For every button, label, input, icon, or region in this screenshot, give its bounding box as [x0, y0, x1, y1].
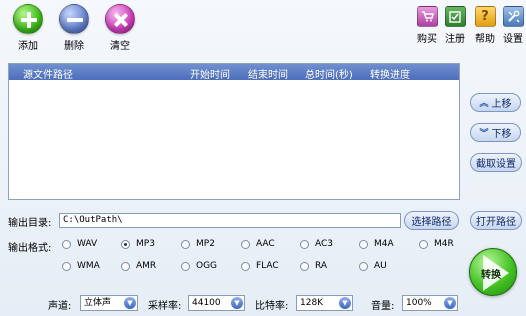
convert-label: 转换 — [481, 270, 501, 281]
channel-select[interactable]: 立体声 ▼ — [80, 295, 138, 311]
delete-label: 删除 — [64, 41, 84, 52]
format-radio-flac[interactable]: FLAC — [241, 261, 279, 271]
buy-button[interactable]: 购买 — [414, 6, 440, 45]
chevron-up-icon: ︽ — [479, 99, 489, 109]
format-radio-wma[interactable]: WMA — [62, 261, 100, 271]
format-radio-ra[interactable]: RA — [300, 261, 327, 271]
format-radio-ogg[interactable]: OGG — [181, 261, 217, 271]
dropdown-arrow-icon: ▼ — [231, 297, 243, 309]
dropdown-arrow-icon: ▼ — [444, 297, 456, 309]
register-icon — [444, 6, 466, 27]
move-down-button[interactable]: ︾ 下移 — [470, 123, 521, 142]
radio-dot — [62, 239, 71, 249]
minus-icon — [59, 4, 89, 34]
settings-icon — [502, 6, 524, 27]
clear-button[interactable]: 清空 — [102, 4, 138, 52]
volume-value: 100% — [406, 298, 432, 308]
cart-icon — [416, 6, 438, 27]
radio-dot-selected — [121, 239, 130, 249]
format-radio-aac[interactable]: AAC — [241, 239, 275, 249]
choose-path-label: 选择路径 — [411, 217, 452, 228]
format-radio-wav[interactable]: WAV — [62, 239, 97, 249]
format-radio-mp3[interactable]: MP3 — [121, 239, 155, 249]
radio-dot — [419, 239, 428, 249]
format-radio-au[interactable]: AU — [359, 261, 387, 271]
bitrate-label: 比特率: — [255, 301, 289, 312]
convert-button[interactable]: 转换 — [469, 248, 517, 296]
move-up-button[interactable]: ︽ 上移 — [470, 93, 521, 112]
radio-dot — [359, 261, 368, 271]
format-radio-ac3[interactable]: AC3 — [300, 239, 333, 249]
file-list[interactable]: 源文件路径 开始时间 结束时间 总时间(秒) 转换进度 — [8, 63, 460, 200]
samplerate-value: 44100 — [192, 298, 221, 308]
dropdown-arrow-icon: ▼ — [339, 297, 351, 309]
help-label: 帮助 — [475, 34, 495, 45]
format-radio-m4r[interactable]: M4R — [419, 239, 454, 249]
bitrate-value: 128K — [300, 298, 324, 308]
file-list-header: 源文件路径 开始时间 结束时间 总时间(秒) 转换进度 — [9, 64, 459, 81]
radio-dot — [300, 239, 309, 249]
column-header-progress[interactable]: 转换进度 — [370, 66, 410, 81]
format-radio-amr[interactable]: AMR — [121, 261, 156, 271]
settings-label: 设置 — [503, 34, 523, 45]
intercept-settings-button[interactable]: 截取设置 — [470, 153, 522, 172]
samplerate-select[interactable]: 44100 ▼ — [188, 295, 245, 311]
intercept-settings-label: 截取设置 — [476, 159, 516, 170]
delete-button[interactable]: 删除 — [56, 4, 92, 52]
samplerate-label: 采样率: — [148, 301, 182, 312]
add-button[interactable]: 添加 — [10, 4, 46, 52]
help-button[interactable]: ? 帮助 — [472, 6, 498, 45]
radio-dot — [241, 239, 250, 249]
column-header-end-time[interactable]: 结束时间 — [248, 66, 288, 81]
move-down-label: 下移 — [491, 129, 512, 140]
format-radio-mp2[interactable]: MP2 — [181, 239, 215, 249]
output-dir-input[interactable]: C:\OutPath\ — [59, 213, 401, 228]
x-icon — [105, 4, 135, 34]
format-radio-m4a[interactable]: M4A — [359, 239, 394, 249]
help-icon: ? — [474, 6, 496, 27]
dropdown-arrow-icon: ▼ — [124, 297, 136, 309]
settings-button[interactable]: 设置 — [500, 6, 526, 45]
column-header-source-path[interactable]: 源文件路径 — [23, 66, 73, 81]
radio-dot — [181, 261, 190, 271]
choose-path-button[interactable]: 选择路径 — [404, 211, 459, 230]
radio-dot — [181, 239, 190, 249]
register-button[interactable]: 注册 — [442, 6, 468, 45]
add-label: 添加 — [18, 41, 38, 52]
bitrate-select[interactable]: 128K ▼ — [296, 295, 353, 311]
output-dir-label: 输出目录: — [8, 218, 52, 229]
buy-label: 购买 — [417, 34, 437, 45]
radio-dot — [121, 261, 130, 271]
radio-dot — [62, 261, 71, 271]
channel-value: 立体声 — [84, 298, 112, 308]
clear-label: 清空 — [110, 41, 130, 52]
volume-select[interactable]: 100% ▼ — [402, 295, 458, 311]
radio-dot — [359, 239, 368, 249]
radio-dot — [241, 261, 250, 271]
volume-label: 音量: — [371, 301, 395, 312]
register-label: 注册 — [445, 34, 465, 45]
plus-icon — [13, 4, 43, 34]
move-up-label: 上移 — [491, 99, 512, 110]
column-header-total-time[interactable]: 总时间(秒) — [305, 66, 353, 81]
output-format-label: 输出格式: — [8, 243, 52, 254]
open-path-button[interactable]: 打开路径 — [470, 211, 522, 230]
channel-label: 声道: — [48, 301, 72, 312]
radio-dot — [300, 261, 309, 271]
open-path-label: 打开路径 — [476, 217, 516, 228]
chevron-down-icon: ︾ — [479, 129, 489, 139]
column-header-start-time[interactable]: 开始时间 — [190, 66, 230, 81]
